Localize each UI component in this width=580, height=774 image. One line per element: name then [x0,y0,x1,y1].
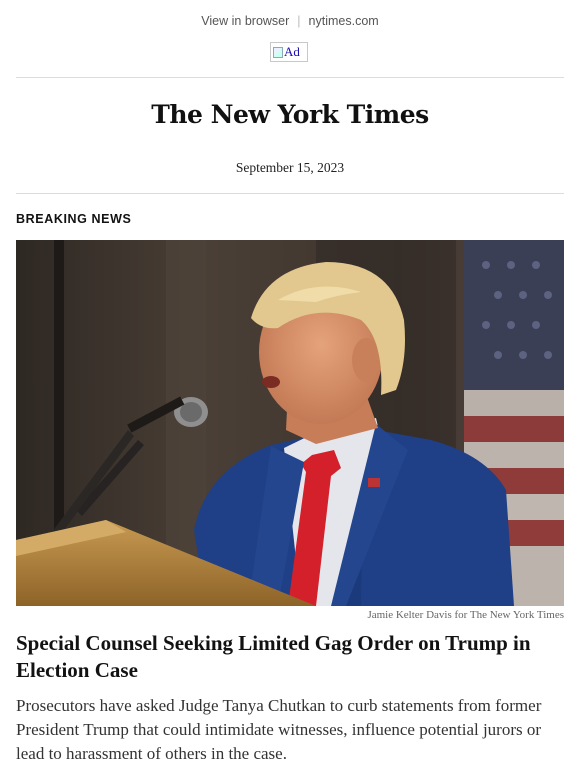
email-top-links: View in browser | nytimes.com [0,14,580,28]
photo-credit: Jamie Kelter Davis for The New York Time… [367,609,564,621]
article-summary: Prosecutors have asked Judge Tanya Chutk… [16,696,542,763]
newsletter-date: September 15, 2023 [235,160,345,175]
article-headline[interactable]: Special Counsel Seeking Limited Gag Orde… [16,630,564,684]
article-photo[interactable] [16,240,564,606]
divider [16,77,564,78]
view-in-browser-link[interactable]: View in browser [201,14,289,28]
speaker-photo-illustration [16,240,564,606]
ad-alt-text: Ad [284,44,300,59]
ad-image-placeholder[interactable]: Ad [270,42,308,62]
link-separator: | [297,14,301,28]
nytimes-link[interactable]: nytimes.com [309,14,379,28]
divider [16,193,564,194]
broken-image-icon [273,46,283,58]
nyt-logo[interactable]: The New York Times [0,100,580,129]
section-kicker: BREAKING NEWS [16,212,132,226]
